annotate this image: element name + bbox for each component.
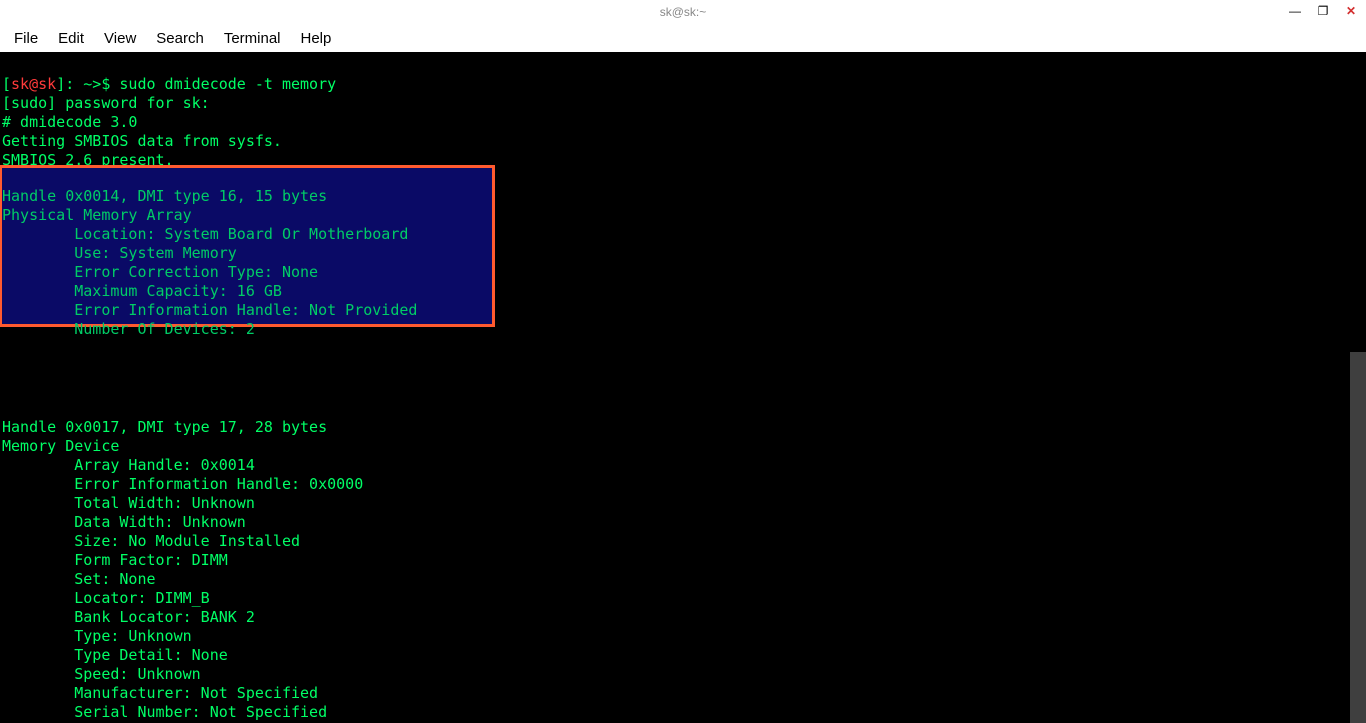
menu-view[interactable]: View: [104, 30, 136, 47]
s2-l3: Error Information Handle: 0x0000: [2, 475, 363, 493]
output-sudo: [sudo] password for sk:: [2, 94, 210, 112]
menu-terminal[interactable]: Terminal: [224, 30, 281, 47]
s2-l10: Bank Locator: BANK 2: [2, 608, 255, 626]
hl-l2: Location: System Board Or Motherboard: [2, 225, 408, 243]
terminal-window: sk@sk:~ — ❐ ✕ File Edit View Search Term…: [0, 0, 1366, 723]
scrollbar[interactable]: [1350, 352, 1366, 723]
menu-help[interactable]: Help: [301, 30, 332, 47]
s2-l4: Total Width: Unknown: [2, 494, 255, 512]
s2-l0: Handle 0x0017, DMI type 17, 28 bytes: [2, 418, 327, 436]
s2-l7: Form Factor: DIMM: [2, 551, 228, 569]
hl-l1: Physical Memory Array: [2, 206, 192, 224]
hl-l0: Handle 0x0014, DMI type 16, 15 bytes: [2, 187, 327, 205]
output-version: # dmidecode 3.0: [2, 113, 137, 131]
window-controls: — ❐ ✕: [1286, 2, 1360, 20]
titlebar: sk@sk:~ — ❐ ✕: [0, 0, 1366, 24]
s2-l14: Manufacturer: Not Specified: [2, 684, 318, 702]
prompt-line: [sk@sk]: ~>$ sudo dmidecode -t memory: [2, 75, 336, 93]
prompt-path: ]: ~>$: [56, 75, 119, 93]
terminal-area[interactable]: [sk@sk]: ~>$ sudo dmidecode -t memory [s…: [0, 52, 1366, 723]
close-button[interactable]: ✕: [1342, 2, 1360, 20]
hl-l3: Use: System Memory: [2, 244, 237, 262]
hl-l7: Number Of Devices: 2: [2, 320, 255, 338]
s2-l2: Array Handle: 0x0014: [2, 456, 255, 474]
s2-l5: Data Width: Unknown: [2, 513, 246, 531]
prompt-userhost: sk@sk: [11, 75, 56, 93]
highlight-content: Handle 0x0014, DMI type 16, 15 bytes Phy…: [2, 187, 492, 339]
s2-l8: Set: None: [2, 570, 156, 588]
s2-l12: Type Detail: None: [2, 646, 228, 664]
s2-l11: Type: Unknown: [2, 627, 192, 645]
s2-l1: Memory Device: [2, 437, 119, 455]
minimize-button[interactable]: —: [1286, 2, 1304, 20]
menu-search[interactable]: Search: [156, 30, 204, 47]
hl-l6: Error Information Handle: Not Provided: [2, 301, 417, 319]
menu-file[interactable]: File: [14, 30, 38, 47]
highlight-box: Handle 0x0014, DMI type 16, 15 bytes Phy…: [0, 165, 495, 327]
s2-l6: Size: No Module Installed: [2, 532, 300, 550]
window-title: sk@sk:~: [660, 5, 707, 19]
hl-l5: Maximum Capacity: 16 GB: [2, 282, 282, 300]
prompt-command: sudo dmidecode -t memory: [119, 75, 336, 93]
menubar: File Edit View Search Terminal Help: [0, 24, 1366, 52]
output-getting: Getting SMBIOS data from sysfs.: [2, 132, 282, 150]
s2-l13: Speed: Unknown: [2, 665, 201, 683]
menu-edit[interactable]: Edit: [58, 30, 84, 47]
prompt-open: [: [2, 75, 11, 93]
s2-l15: Serial Number: Not Specified: [2, 703, 327, 721]
hl-l4: Error Correction Type: None: [2, 263, 318, 281]
s2-l9: Locator: DIMM_B: [2, 589, 210, 607]
maximize-button[interactable]: ❐: [1314, 2, 1332, 20]
